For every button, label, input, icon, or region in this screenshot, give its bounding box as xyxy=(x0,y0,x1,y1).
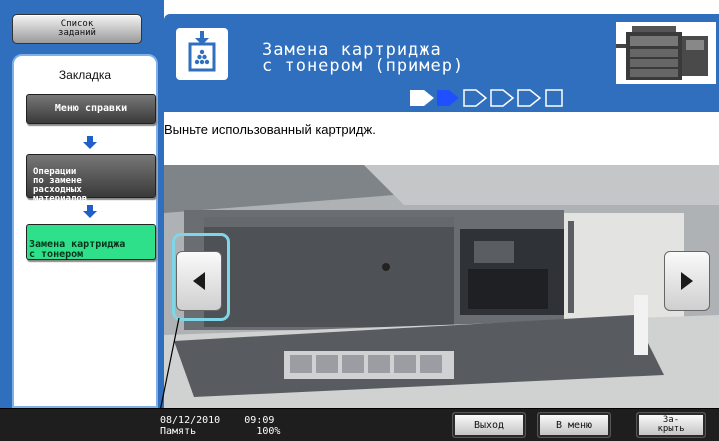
copier-illustration xyxy=(616,22,716,84)
consumables-ops-button[interactable]: Операции по замене расходных материалов xyxy=(26,154,156,204)
chevron-right-icon xyxy=(681,272,693,290)
header: Замена картриджа с тонером (пример) xyxy=(164,14,719,112)
exit-label: Выход xyxy=(473,419,505,431)
job-list-tab[interactable]: Список заданий xyxy=(12,14,142,44)
bookmark-title: Закладка xyxy=(58,68,112,82)
toner-icon xyxy=(176,28,228,80)
exit-button[interactable]: Выход xyxy=(452,412,526,438)
toner-replace-button[interactable]: Замена картриджа с тонером xyxy=(26,224,156,260)
arrow-down-icon xyxy=(83,205,97,218)
bookmark-panel: Закладка Меню справки Операции по замене… xyxy=(12,54,158,408)
toner-photo xyxy=(164,165,719,408)
close-label: За- крыть xyxy=(657,415,685,434)
prev-button-highlight xyxy=(172,233,230,321)
close-button[interactable]: За- крыть xyxy=(636,412,706,438)
toner-replace-label: Замена картриджа с тонером xyxy=(29,239,126,260)
help-menu-label: Меню справки xyxy=(54,103,128,114)
next-image-button[interactable] xyxy=(664,251,710,311)
status-datetime: 08/12/2010 09:09 Память 100% xyxy=(160,415,281,437)
arrow-down-icon xyxy=(83,136,97,149)
consumables-ops-label: Операции по замене расходных материалов xyxy=(33,167,88,204)
instruction-text: Выньте использованный картридж. xyxy=(164,122,376,137)
step-progress xyxy=(410,89,580,107)
help-menu-button[interactable]: Меню справки xyxy=(26,94,156,124)
page-title: Замена картриджа с тонером (пример) xyxy=(262,40,465,76)
status-bar: 08/12/2010 09:09 Память 100% Выход В мен… xyxy=(0,408,719,441)
to-menu-button[interactable]: В меню xyxy=(537,412,611,438)
to-menu-label: В меню xyxy=(555,419,593,431)
